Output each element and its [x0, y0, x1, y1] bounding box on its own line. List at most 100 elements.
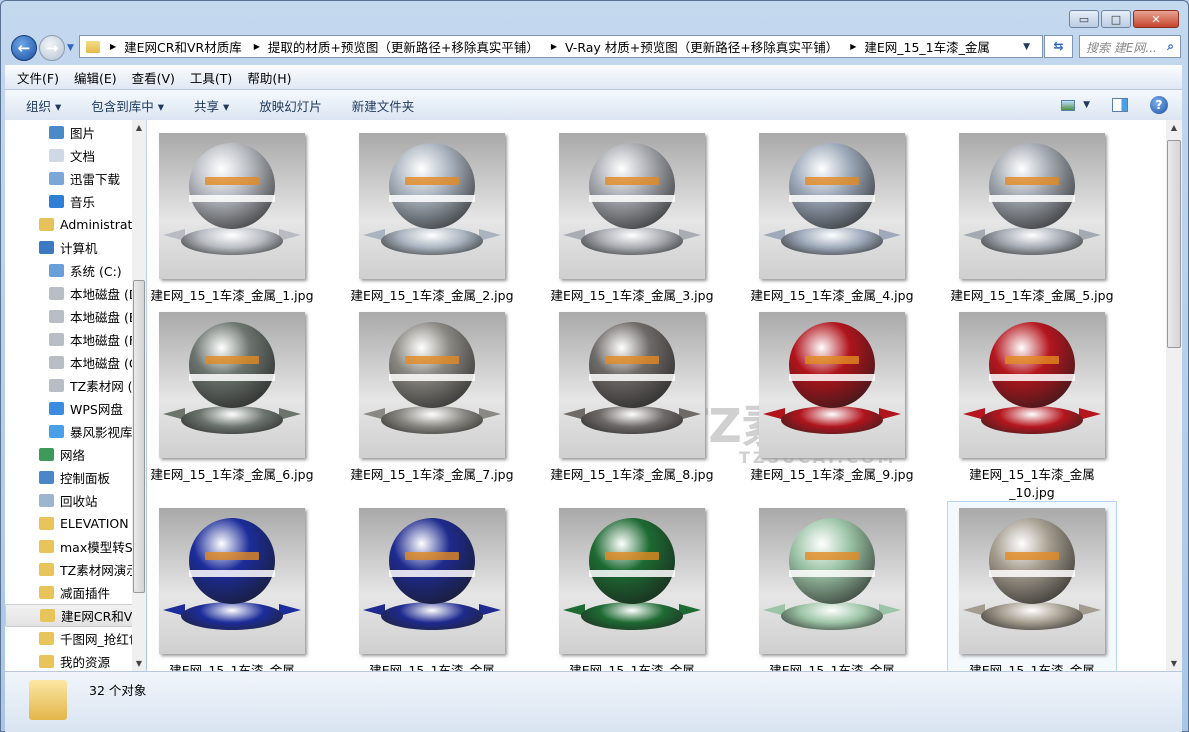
nav-item[interactable]: 本地磁盘 (E:) — [5, 305, 145, 328]
nav-item-icon — [49, 379, 64, 392]
menu-tools[interactable]: 工具(T) — [190, 68, 232, 87]
back-button[interactable]: ← — [11, 35, 37, 61]
scrollbar-thumb[interactable] — [1167, 140, 1181, 348]
file-item[interactable]: 建E网_15_1车漆_金属_7.jpg — [347, 312, 517, 484]
thumbnail-base — [181, 406, 283, 434]
nav-item[interactable]: Administrator — [5, 213, 145, 236]
nav-item[interactable]: WPS网盘 — [5, 397, 145, 420]
nav-item[interactable]: 本地磁盘 (F:) — [5, 328, 145, 351]
nav-item[interactable]: 音乐 — [5, 190, 145, 213]
nav-item[interactable]: 系统 (C:) — [5, 259, 145, 282]
nav-item-icon — [40, 609, 55, 622]
minimize-button[interactable]: ▭ — [1069, 10, 1099, 28]
file-name: 建E网_15_1车漆_金属 — [169, 663, 295, 671]
thumbnail-band — [589, 570, 675, 577]
nav-item[interactable]: TZ素材网演示 — [5, 558, 145, 581]
file-item[interactable]: 建E网_15_1车漆_金属_10.jpg — [947, 312, 1117, 502]
nav-item[interactable]: 计算机 — [5, 236, 145, 259]
breadcrumb-item[interactable]: 建E网CR和VR材质库 — [118, 37, 248, 56]
file-item[interactable]: 建E网_15_1车漆_金属 — [947, 501, 1117, 671]
file-item[interactable]: 建E网_15_1车漆_金属_1.jpg — [147, 133, 317, 305]
file-item[interactable]: 建E网_15_1车漆_金属 — [147, 508, 317, 671]
forward-button[interactable]: → — [39, 35, 65, 61]
address-bar[interactable]: ▶ 建E网CR和VR材质库 ▶ 提取的材质+预览图（更新路径+移除真实平铺） ▶ V-… — [79, 35, 1043, 58]
menu-bar: 文件(F) 编辑(E) 查看(V) 工具(T) 帮助(H) — [5, 65, 1182, 89]
share-button[interactable]: 共享 ▾ — [194, 96, 229, 115]
nav-item-label: 迅雷下载 — [70, 172, 121, 187]
menu-view[interactable]: 查看(V) — [132, 68, 175, 87]
nav-item[interactable]: 本地磁盘 (G:) — [5, 351, 145, 374]
preview-pane-icon[interactable] — [1112, 98, 1128, 112]
breadcrumb-item[interactable]: V-Ray 材质+预览图（更新路径+移除真实平铺） — [559, 37, 844, 56]
nav-item-label: 千图网_抢红包 — [60, 632, 142, 647]
file-item[interactable]: 建E网_15_1车漆_金属_4.jpg — [747, 133, 917, 305]
refresh-button[interactable]: ⇆ — [1044, 35, 1073, 58]
file-item[interactable]: 建E网_15_1车漆_金属_2.jpg — [347, 133, 517, 305]
thumbnail-logo — [205, 177, 259, 185]
file-item[interactable]: 建E网_15_1车漆_金属_5.jpg — [947, 133, 1117, 305]
file-item[interactable]: 建E网_15_1车漆_金属_9.jpg — [747, 312, 917, 484]
nav-item-icon — [49, 264, 64, 277]
help-icon[interactable]: ? — [1150, 96, 1168, 114]
file-list-scrollbar[interactable]: ▲ ▼ — [1166, 120, 1182, 671]
nav-item[interactable]: 回收站 — [5, 489, 145, 512]
nav-item[interactable]: 迅雷下载 — [5, 167, 145, 190]
file-item[interactable]: 建E网_15_1车漆_金属_3.jpg — [547, 133, 717, 305]
file-item[interactable]: 建E网_15_1车漆_金属_8.jpg — [547, 312, 717, 484]
nav-item[interactable]: 我的资源 — [5, 650, 145, 671]
scroll-up-icon[interactable]: ▲ — [1166, 123, 1182, 132]
nav-item[interactable]: 本地磁盘 (D:) — [5, 282, 145, 305]
nav-item[interactable]: max模型转SU — [5, 535, 145, 558]
nav-item[interactable]: 减面插件 — [5, 581, 145, 604]
breadcrumb-item[interactable]: 建E网_15_1车漆_金属 — [858, 37, 996, 56]
recent-pages-dropdown[interactable]: ▼ — [67, 43, 74, 53]
breadcrumb-arrow-icon[interactable]: ▶ — [844, 42, 858, 51]
thumbnail-band — [789, 195, 875, 202]
close-button[interactable]: ✕ — [1133, 10, 1179, 28]
address-dropdown-icon[interactable]: ▼ — [1023, 42, 1030, 52]
nav-item[interactable]: ELEVATION — [5, 512, 145, 535]
nav-item[interactable]: 建E网CR和VR材质库 — [5, 604, 145, 627]
search-icon[interactable]: ⌕ — [1167, 39, 1174, 54]
breadcrumb-arrow-icon[interactable]: ▶ — [104, 42, 118, 51]
nav-item[interactable]: 网络 — [5, 443, 145, 466]
file-item[interactable]: 建E网_15_1车漆_金属_6.jpg — [147, 312, 317, 484]
file-thumbnail — [559, 133, 705, 279]
organize-button[interactable]: 组织 ▾ — [26, 96, 61, 115]
nav-item[interactable]: 控制面板 — [5, 466, 145, 489]
menu-edit[interactable]: 编辑(E) — [74, 68, 117, 87]
view-dropdown-icon[interactable]: ▼ — [1083, 100, 1090, 110]
thumbnail-sphere — [789, 518, 875, 604]
breadcrumb-arrow-icon[interactable]: ▶ — [248, 42, 262, 51]
thumbnail-base — [181, 602, 283, 630]
search-input[interactable]: 搜索 建E网... ⌕ — [1079, 35, 1181, 58]
nav-item[interactable]: 暴风影视库 — [5, 420, 145, 443]
scroll-down-icon[interactable]: ▼ — [132, 659, 146, 668]
breadcrumb-item[interactable]: 提取的材质+预览图（更新路径+移除真实平铺） — [262, 37, 545, 56]
file-item[interactable]: 建E网_15_1车漆_金属 — [547, 508, 717, 671]
scrollbar-thumb[interactable] — [133, 280, 145, 593]
item-count: 32 个对象 — [89, 683, 147, 698]
nav-item[interactable]: 图片 — [5, 121, 145, 144]
scroll-up-icon[interactable]: ▲ — [132, 123, 146, 132]
include-in-library-button[interactable]: 包含到库中 ▾ — [91, 96, 164, 115]
nav-item[interactable]: 千图网_抢红包 — [5, 627, 145, 650]
navigation-pane-scrollbar[interactable]: ▲ ▼ — [132, 120, 146, 671]
nav-item-label: 回收站 — [60, 494, 98, 509]
new-folder-button[interactable]: 新建文件夹 — [352, 96, 415, 115]
slideshow-button[interactable]: 放映幻灯片 — [259, 96, 322, 115]
change-view-icon[interactable] — [1061, 99, 1076, 111]
scroll-down-icon[interactable]: ▼ — [1166, 659, 1182, 668]
thumbnail-band — [989, 195, 1075, 202]
nav-item[interactable]: TZ素材网 (H:) — [5, 374, 145, 397]
maximize-button[interactable]: □ — [1101, 10, 1131, 28]
breadcrumb-arrow-icon[interactable]: ▶ — [545, 42, 559, 51]
nav-item[interactable]: 文档 — [5, 144, 145, 167]
thumbnail-sphere — [989, 518, 1075, 604]
file-item[interactable]: 建E网_15_1车漆_金属 — [347, 508, 517, 671]
folder-icon — [86, 40, 100, 53]
menu-file[interactable]: 文件(F) — [17, 68, 59, 87]
menu-help[interactable]: 帮助(H) — [247, 68, 291, 87]
thumbnail-sphere — [189, 143, 275, 229]
file-item[interactable]: 建E网_15_1车漆_金属 — [747, 508, 917, 671]
